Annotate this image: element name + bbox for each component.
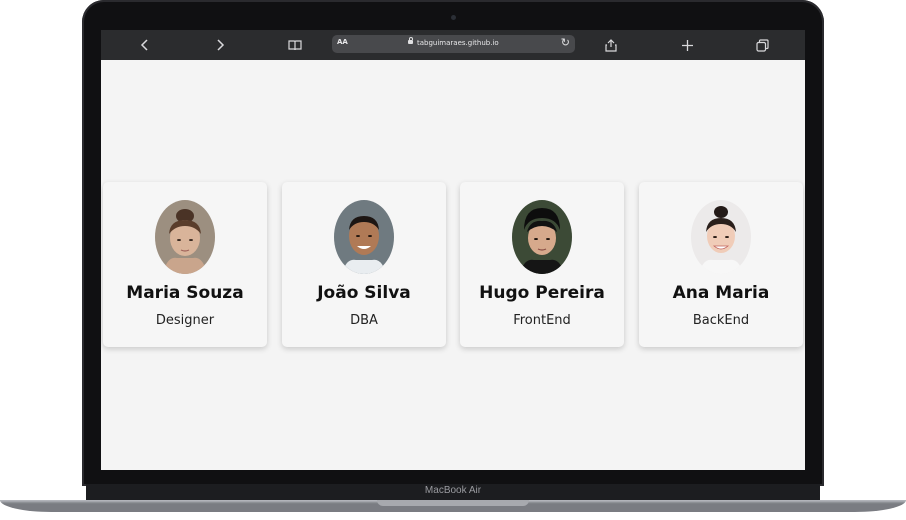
card-role: BackEnd bbox=[692, 313, 750, 328]
card-name: Hugo Pereira bbox=[479, 283, 605, 303]
book-icon[interactable] bbox=[283, 30, 307, 60]
profile-card: Maria Souza Designer bbox=[103, 182, 267, 347]
browser-toolbar: AA tabguimaraes.github.io ↻ bbox=[101, 30, 805, 60]
camera-icon bbox=[451, 15, 456, 20]
lock-icon bbox=[408, 37, 413, 44]
tabs-icon[interactable] bbox=[750, 30, 774, 60]
avatar bbox=[512, 200, 572, 274]
card-name: Ana Maria bbox=[672, 283, 770, 303]
profile-card: João Silva DBA bbox=[282, 182, 446, 347]
card-name: João Silva bbox=[317, 283, 411, 303]
share-icon[interactable] bbox=[599, 30, 623, 60]
text-size-button[interactable]: AA bbox=[337, 38, 348, 46]
card-role: DBA bbox=[350, 313, 378, 328]
avatar bbox=[691, 200, 751, 274]
browser-screen: AA tabguimaraes.github.io ↻ Maria Souza … bbox=[101, 30, 805, 470]
card-role: FrontEnd bbox=[513, 313, 571, 328]
profile-card: Hugo Pereira FrontEnd bbox=[460, 182, 624, 347]
chevron-right-icon[interactable] bbox=[208, 30, 232, 60]
avatar bbox=[334, 200, 394, 274]
card-role: Designer bbox=[155, 313, 215, 328]
url-text: tabguimaraes.github.io bbox=[417, 39, 499, 47]
profile-card: Ana Maria BackEnd bbox=[639, 182, 803, 347]
card-name: Maria Souza bbox=[126, 283, 244, 303]
reload-icon[interactable]: ↻ bbox=[561, 36, 570, 49]
device-label: MacBook Air bbox=[424, 485, 482, 496]
laptop-notch bbox=[377, 500, 529, 506]
chevron-left-icon[interactable] bbox=[133, 30, 157, 60]
address-bar[interactable]: AA tabguimaraes.github.io ↻ bbox=[332, 35, 575, 53]
avatar bbox=[155, 200, 215, 274]
plus-icon[interactable] bbox=[675, 30, 699, 60]
